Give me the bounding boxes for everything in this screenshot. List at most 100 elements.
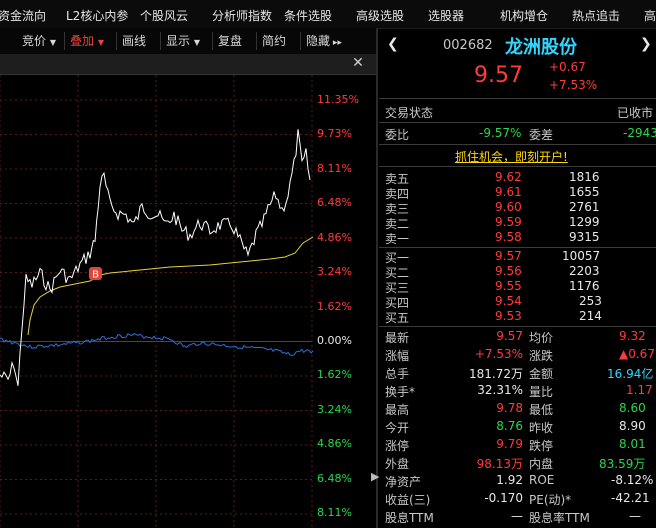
stat-value: 16.94亿 <box>607 367 654 381</box>
divider <box>160 32 161 50</box>
stat-value: 9.32 <box>619 329 646 343</box>
simple-button[interactable]: 简约 <box>262 32 286 50</box>
divider <box>256 32 257 50</box>
divider <box>379 144 656 145</box>
menu-l2-core[interactable]: L2核心内参 <box>66 7 128 24</box>
divider <box>379 122 656 123</box>
bid-volume: 10057 <box>562 249 601 263</box>
stat-value: 8.60 <box>619 401 646 415</box>
bid-button[interactable]: 竞价 ▼ <box>22 32 56 50</box>
ask-price[interactable]: 9.61 <box>495 185 522 199</box>
stat-label: 昨收 <box>529 421 554 435</box>
menu-institution[interactable]: 机构增仓 <box>500 7 548 24</box>
divider <box>379 247 656 248</box>
bid-volume: 1176 <box>569 279 600 293</box>
bid-price[interactable]: 9.55 <box>495 279 522 293</box>
ask-price[interactable]: 9.58 <box>495 230 522 244</box>
stat-label: 涨跌 <box>529 349 554 363</box>
ask-price[interactable]: 9.59 <box>495 215 522 229</box>
chart-subbar <box>0 54 376 75</box>
stat-value: +7.53% <box>474 347 523 361</box>
stat-value: -8.12% <box>611 473 654 487</box>
bid-label: 买五 <box>385 311 410 325</box>
bid-price[interactable]: 9.57 <box>495 249 522 263</box>
display-button[interactable]: 显示 ▼ <box>166 32 200 50</box>
stat-label: 收益(三) <box>385 493 431 507</box>
ask-volume: 9315 <box>569 230 600 244</box>
divider <box>379 98 656 99</box>
bid-price[interactable]: 9.56 <box>495 264 522 278</box>
status-label: 交易状态 <box>385 106 434 120</box>
stat-label: 换手* <box>385 385 416 399</box>
buy-marker[interactable]: B <box>89 267 102 281</box>
ask-volume: 2761 <box>569 200 600 214</box>
stat-label: PE(动)* <box>529 493 572 507</box>
draw-line-button[interactable]: 画线 <box>122 32 146 50</box>
stat-value: 98.13万 <box>476 457 523 471</box>
stock-name: 龙洲股份 <box>505 37 577 58</box>
stat-value: -42.21 <box>611 491 650 505</box>
stat-label: 外盘 <box>385 457 410 471</box>
menu-fund-flow[interactable]: 资金流向 <box>0 7 46 24</box>
weibi-label: 委比 <box>385 128 410 142</box>
stock-code: 002682 <box>443 38 493 53</box>
stat-value: 9.57 <box>496 329 523 343</box>
stat-value: ▲0.67 <box>619 347 655 361</box>
stat-value: 8.90 <box>619 419 646 433</box>
stat-label: 跌停 <box>529 439 554 453</box>
top-menu-bar: 资金流向 L2核心内参 个股风云 分析师指数 条件选股 高级选股 选股器 机构增… <box>0 0 656 29</box>
menu-more[interactable]: 高 <box>644 7 656 24</box>
stat-label: 涨停 <box>385 439 410 453</box>
panel-divider[interactable] <box>376 28 378 528</box>
weicha-label: 委差 <box>529 128 554 142</box>
svg-text:B: B <box>92 270 99 281</box>
stat-label: 内盘 <box>529 457 554 471</box>
hide-button[interactable]: 隐藏 ▸▸ <box>306 32 342 50</box>
ask-volume: 1655 <box>569 185 600 199</box>
stat-value: 9.78 <box>496 401 523 415</box>
close-icon[interactable]: ✕ <box>350 55 366 71</box>
price-change-pct: +7.53% <box>549 78 598 92</box>
divider <box>116 32 117 50</box>
next-stock-icon[interactable]: ❯ <box>640 36 652 52</box>
bid-price[interactable]: 9.54 <box>495 294 522 308</box>
stat-label: 涨幅 <box>385 349 410 363</box>
stat-label: 量比 <box>529 385 554 399</box>
dropdown-arrow-icon: ▼ <box>97 38 104 47</box>
ask-price[interactable]: 9.60 <box>495 200 522 214</box>
stat-label: 总手 <box>385 367 410 381</box>
overlay-button[interactable]: 叠加 ▼ <box>70 32 104 50</box>
intraday-chart[interactable]: B <box>0 75 376 528</box>
stats-grid: 最新 9.57 均价 9.32 涨幅 +7.53% 涨跌 ▲0.67 总手 18… <box>379 328 656 528</box>
menu-stock-news[interactable]: 个股风云 <box>140 7 188 24</box>
replay-button[interactable]: 复盘 <box>218 32 242 50</box>
stat-value: — <box>511 509 523 523</box>
stat-label: 最低 <box>529 403 554 417</box>
menu-analyst-index[interactable]: 分析师指数 <box>212 7 272 24</box>
bid-price[interactable]: 9.53 <box>495 309 522 323</box>
stat-label: 净资产 <box>385 475 422 489</box>
menu-advanced-picker[interactable]: 高级选股 <box>356 7 404 24</box>
stat-label: 均价 <box>529 331 554 345</box>
stat-value: 32.31% <box>477 383 523 397</box>
menu-stock-picker[interactable]: 选股器 <box>428 7 464 24</box>
stat-label: ROE <box>529 473 555 487</box>
weicha-value: -2943 <box>623 126 656 140</box>
dropdown-arrow-icon: ▼ <box>193 38 200 47</box>
ask-volume: 1299 <box>569 215 600 229</box>
stat-label: 股息TTM <box>385 511 434 525</box>
stat-value: 181.72万 <box>469 367 523 381</box>
menu-condition-picker[interactable]: 条件选股 <box>284 7 332 24</box>
stat-label: 最高 <box>385 403 410 417</box>
prev-stock-icon[interactable]: ❮ <box>387 36 399 52</box>
divider <box>64 32 65 50</box>
ask-price[interactable]: 9.62 <box>495 170 522 184</box>
divider <box>379 166 656 167</box>
double-arrow-icon: ▸▸ <box>330 38 342 48</box>
price-change: +0.67 <box>549 60 586 74</box>
menu-hotspot[interactable]: 热点追击 <box>572 7 620 24</box>
ask-volume: 1816 <box>569 170 600 184</box>
price-line <box>0 129 311 386</box>
open-account-link[interactable]: 抓住机会，即刻开户! <box>455 148 568 165</box>
bid-volume: 253 <box>579 294 602 308</box>
